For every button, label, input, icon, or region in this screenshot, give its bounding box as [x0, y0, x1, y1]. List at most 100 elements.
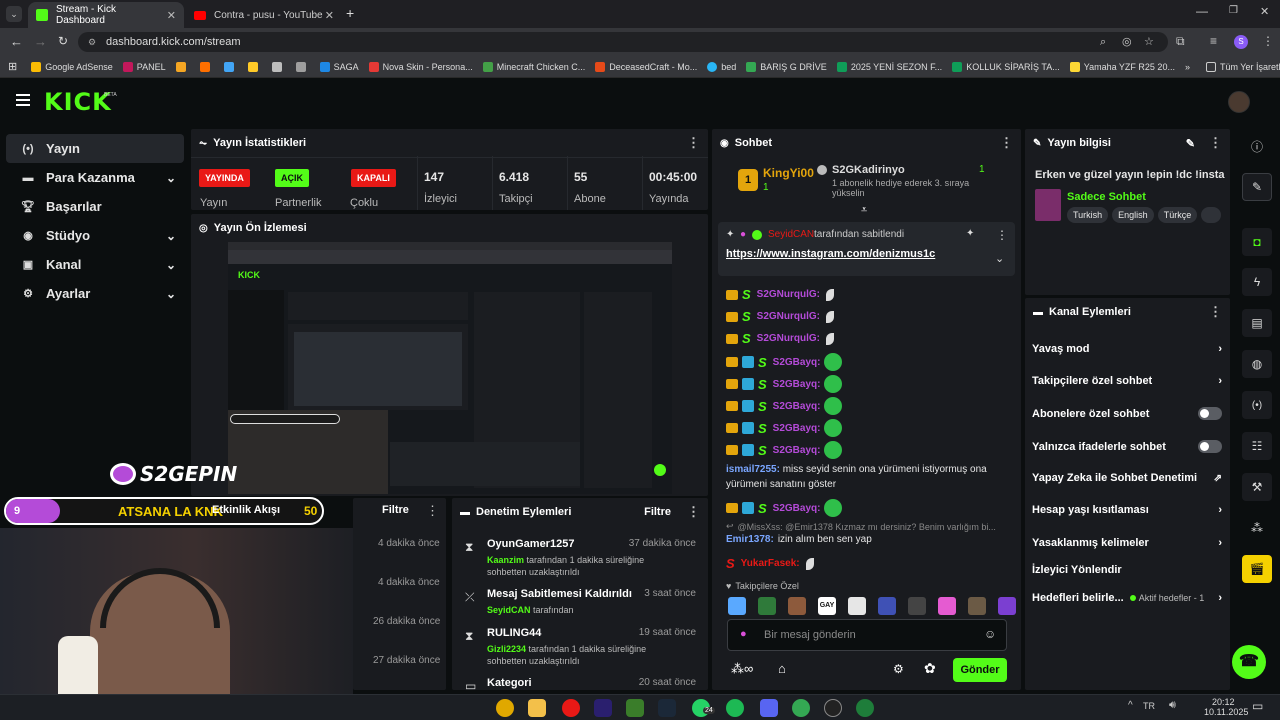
tab-kick-dashboard[interactable]: Stream - Kick Dashboard ✕ [28, 2, 184, 28]
emote-icon[interactable] [908, 597, 926, 615]
app-icon[interactable] [856, 699, 874, 717]
close-tab-icon[interactable]: ✕ [325, 9, 334, 22]
sidebar-item-para-kazanma[interactable]: ▬ Para Kazanma ⌄ [6, 163, 184, 192]
action-slow-mode[interactable]: Yavaş mod › [1032, 343, 1222, 355]
clock-date[interactable]: 10.11.2025 [1204, 707, 1248, 717]
reload-icon[interactable]: ↻ [58, 34, 68, 48]
layout-icon[interactable]: ☷ [1242, 432, 1272, 460]
pinned-link[interactable]: https://www.instagram.com/denizmus1c [726, 248, 935, 260]
apps-icon[interactable]: ⊞ [8, 60, 17, 73]
close-window-icon[interactable]: ✕ [1260, 5, 1269, 18]
emote-icon[interactable] [788, 597, 806, 615]
all-bookmarks[interactable]: Tüm Yer İşaretleri [1205, 61, 1280, 72]
chevron-down-icon[interactable]: ⌄ [995, 252, 1004, 265]
extensions-icon[interactable]: ⧉ [1176, 34, 1185, 49]
emote-picker-icon[interactable]: ✿ [924, 660, 936, 677]
close-tab-icon[interactable]: ✕ [167, 9, 176, 22]
tab-menu-icon[interactable]: ⌄ [6, 6, 22, 22]
lightning-icon[interactable]: ϟ [1242, 268, 1272, 296]
camera-icon[interactable]: ◘ [1242, 228, 1272, 256]
language-indicator[interactable]: TR [1143, 701, 1155, 711]
more-options-icon[interactable]: ⋮ [687, 135, 700, 151]
bookmark-icon[interactable] [175, 61, 190, 72]
subscribers-only-toggle[interactable] [1198, 407, 1222, 420]
chat-username[interactable]: ismail7255: [726, 464, 780, 475]
bookmark-icon[interactable] [247, 61, 262, 72]
gay-emote[interactable]: GAY [818, 597, 836, 615]
chat-username[interactable]: Emir1378: [726, 534, 774, 545]
emoji-icon[interactable]: ☺ [984, 627, 996, 641]
chat-settings-icon[interactable]: ⚙ [893, 662, 904, 676]
opera-icon[interactable] [562, 699, 580, 717]
minimize-icon[interactable]: — [1196, 4, 1208, 18]
sidebar-item-kanal[interactable]: ▣ Kanal ⌄ [6, 250, 184, 279]
tray-chevron-icon[interactable]: ^ [1128, 700, 1133, 711]
connections-icon[interactable]: ⁂∞ [731, 661, 753, 677]
info-icon[interactable]: ⓘ [1242, 132, 1272, 160]
bookmark-item[interactable]: Yamaha YZF R25 20... [1069, 61, 1175, 72]
chat-username[interactable]: S2GNurqulG: [757, 333, 820, 344]
bookmark-item[interactable]: PANEL [122, 61, 166, 72]
mic-icon[interactable]: ● [740, 628, 747, 640]
user-avatar[interactable] [1228, 91, 1250, 113]
bookmark-star-icon[interactable]: ☆ [1144, 32, 1154, 52]
action-ai-moderation[interactable]: Yapay Zeka ile Sohbet Denetimi ⇗ [1032, 472, 1222, 484]
wrench-icon[interactable]: ⚒ [1242, 473, 1272, 501]
restore-icon[interactable]: ❐ [1229, 5, 1238, 16]
activity-filter-button[interactable]: Filtre [382, 504, 409, 516]
menu-icon[interactable] [16, 94, 30, 106]
bookmark-item[interactable]: DeceasedCraft - Mo... [595, 61, 697, 72]
zoom-icon[interactable]: ⌕ [1100, 32, 1106, 52]
emote-icon[interactable] [878, 597, 896, 615]
sidebar-item-studyo[interactable]: ◉ Stüdyo ⌄ [6, 221, 184, 250]
chat-username[interactable]: S2GBayq: [773, 503, 821, 514]
more-options-icon[interactable]: ⋮ [687, 504, 700, 520]
chat-username[interactable]: S2GBayq: [773, 445, 821, 456]
forward-icon[interactable]: → [34, 34, 47, 49]
sidebar-item-ayarlar[interactable]: ⚙ Ayarlar ⌄ [6, 279, 184, 308]
moderation-item[interactable]: ⤫ Mesaj Sabitlemesi Kaldırıldı 3 saat ön… [460, 588, 700, 622]
stream-preview-video[interactable]: KICK [228, 242, 672, 494]
emote-icon[interactable] [758, 597, 776, 615]
more-options-icon[interactable]: ⋮ [996, 228, 1008, 242]
emote-icon[interactable] [968, 597, 986, 615]
media-icon[interactable]: ≡ [1210, 34, 1217, 48]
store-icon[interactable]: ⌂ [778, 661, 786, 676]
bookmark-item[interactable]: KOLLUK SİPARİŞ TA... [952, 61, 1060, 72]
chat-input[interactable]: ● Bir mesaj gönderin ☺ [727, 619, 1007, 651]
unpin-button[interactable]: ✦ [966, 228, 974, 239]
profile-avatar[interactable]: S [1234, 35, 1248, 49]
bookmark-icon[interactable] [223, 61, 238, 72]
volume-icon[interactable]: 🔊︎ [1169, 699, 1176, 712]
bookmark-item[interactable]: 2025 YENİ SEZON F... [836, 61, 942, 72]
tag-chip[interactable]: Türkçe [1157, 207, 1198, 223]
action-account-age[interactable]: Hesap yaşı kısıtlaması › [1032, 504, 1222, 516]
back-icon[interactable]: ← [10, 34, 23, 49]
eye-off-icon[interactable]: ◎ [1122, 32, 1132, 52]
tag-chip[interactable] [1201, 207, 1222, 223]
emote-icon[interactable] [848, 597, 866, 615]
broadcast-icon[interactable]: (•) [1242, 391, 1272, 419]
notifications-icon[interactable]: ▭ [1252, 699, 1263, 713]
bookmark-item[interactable]: SAGA [319, 61, 359, 72]
minecraft-icon[interactable] [626, 699, 644, 717]
sidebar-item-basarilar[interactable]: 🏆︎ Başarılar [6, 192, 184, 221]
chat-username[interactable]: S2GBayq: [773, 423, 821, 434]
moderation-item[interactable]: ▭ Kategori 20 saat önce [460, 677, 700, 691]
moderation-item[interactable]: ⧗ RULING44 19 saat önce Gizli2234 tarafı… [460, 627, 700, 667]
more-bookmarks-icon[interactable]: » [1185, 62, 1190, 72]
send-button[interactable]: Gönder [953, 658, 1007, 682]
tag-chip[interactable]: English [1112, 207, 1154, 223]
bookmark-icon[interactable] [295, 61, 310, 72]
more-options-icon[interactable]: ⋮ [1209, 304, 1222, 320]
moderation-item[interactable]: ⧗ OyunGamer1257 37 dakika önce Kaanzim t… [460, 538, 700, 578]
premiere-icon[interactable] [594, 699, 612, 717]
chat-username[interactable]: S2GBayq: [773, 357, 821, 368]
moderation-filter-button[interactable]: Filtre [644, 506, 671, 518]
action-goals[interactable]: Hedefleri belirle... Aktif hedefler - 1 … [1032, 592, 1222, 604]
pinned-by-user[interactable]: SeyidCAN [768, 229, 814, 240]
chrome-icon[interactable] [792, 699, 810, 717]
action-banned-words[interactable]: Yasaklanmış kelimeler › [1032, 537, 1222, 549]
bookmark-item[interactable]: Minecraft Chicken C... [482, 61, 585, 72]
emote-icon[interactable] [998, 597, 1016, 615]
